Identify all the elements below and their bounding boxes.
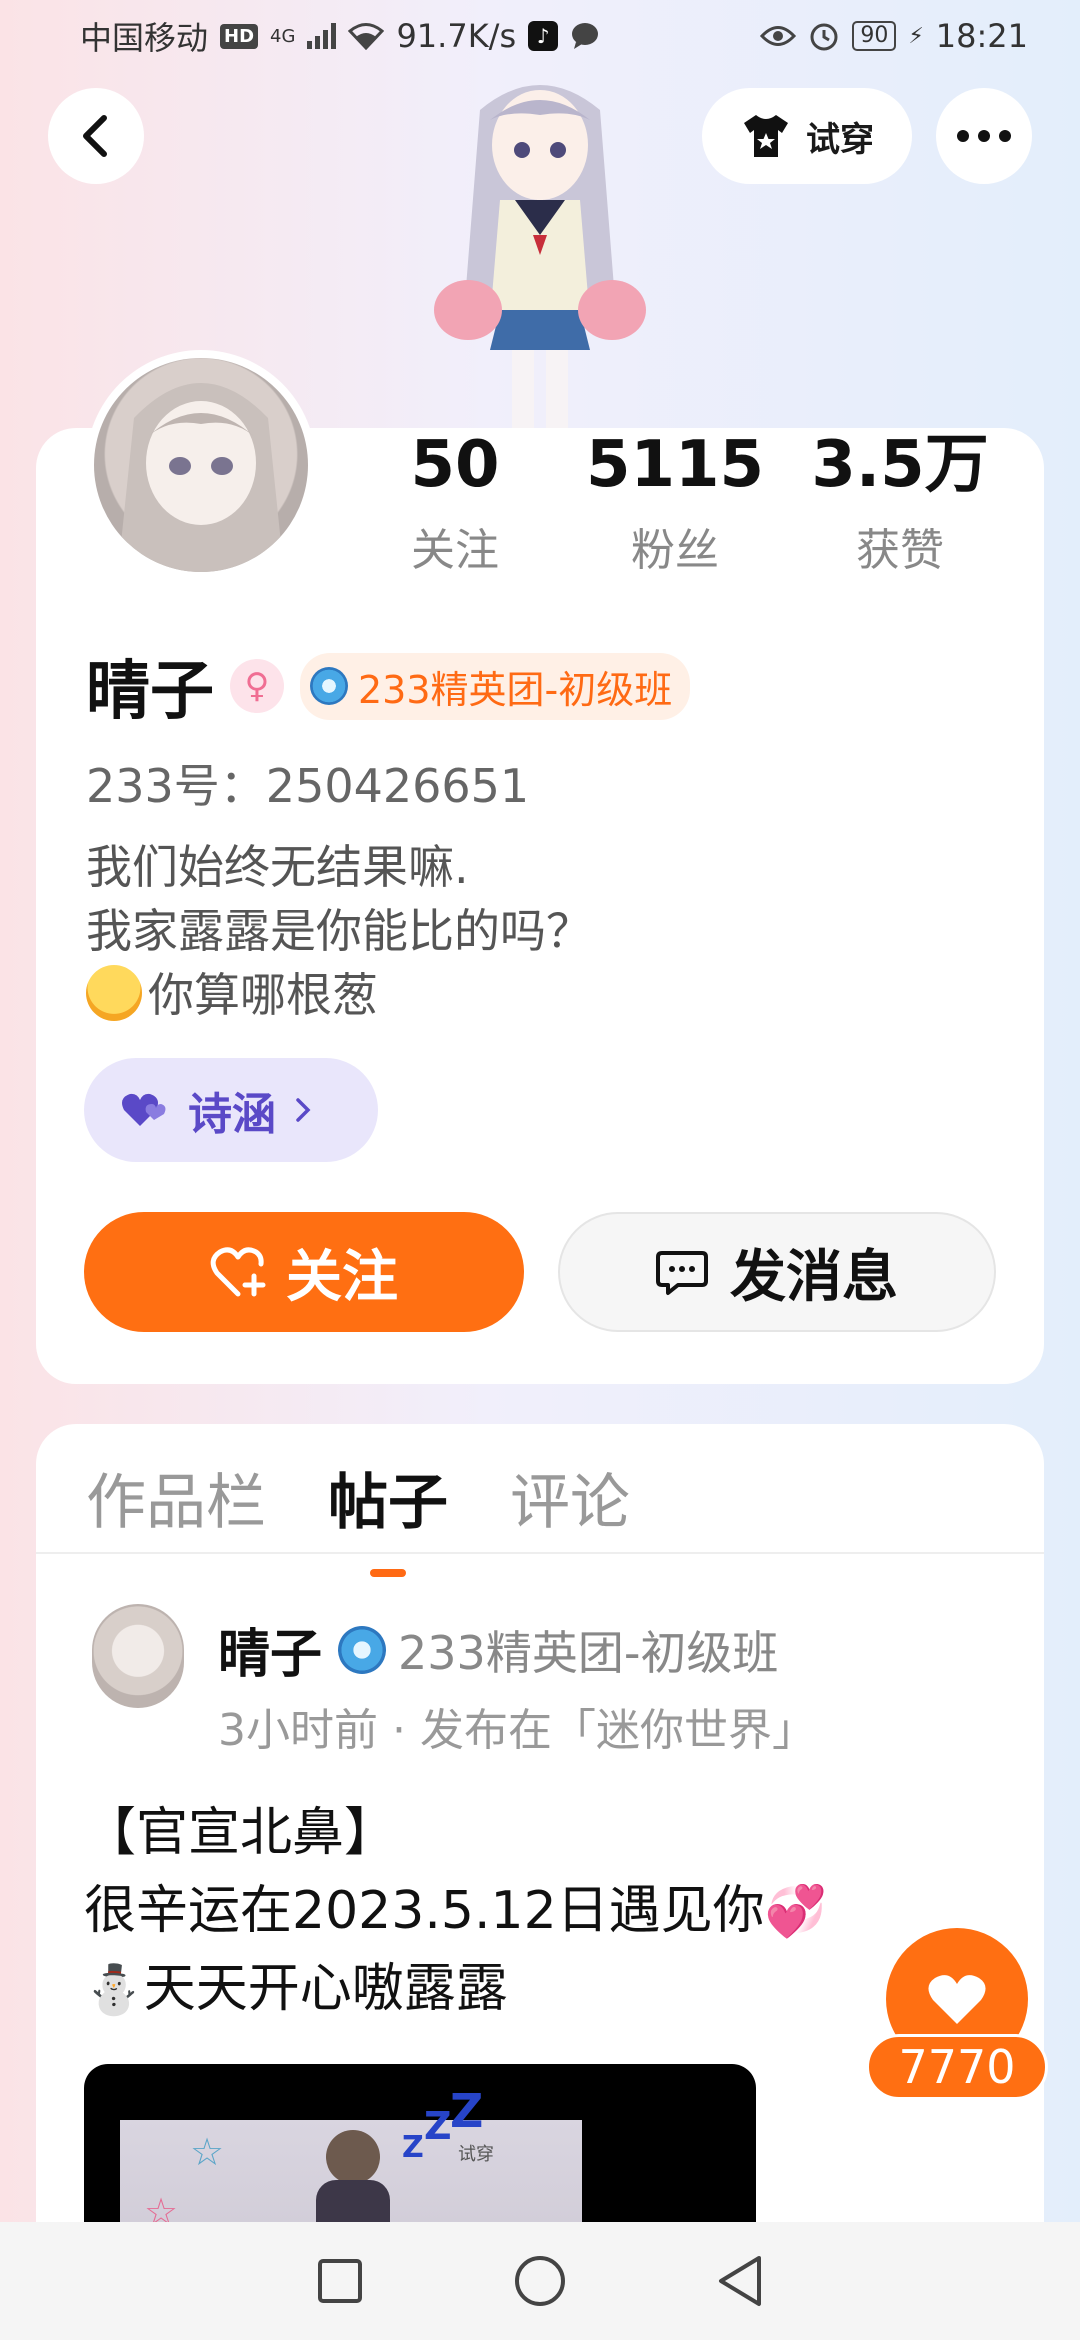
system-back-button[interactable]: [710, 2251, 770, 2311]
posts-section: 作品栏 帖子 评论 晴子 233精英团-初级班 3小时前 · 发布在「迷你世界」…: [36, 1424, 1044, 2340]
group-badge[interactable]: 233精英团-初级班: [300, 652, 691, 720]
circle-icon: [515, 2256, 565, 2306]
signal-icon: [307, 23, 337, 49]
message-label: 发消息: [730, 1244, 898, 1310]
system-nav-bar: [0, 2222, 1080, 2340]
wifi-icon: [348, 23, 385, 50]
network-type: 4G: [270, 25, 296, 47]
avatar-figure: [400, 70, 680, 430]
post-author-avatar[interactable]: [92, 1604, 184, 1708]
profile-avatar[interactable]: [86, 350, 316, 580]
double-heart-icon: [122, 1093, 166, 1126]
stat-likes[interactable]: 3.5万 获赞: [800, 430, 1000, 578]
likes-count: 3.5万: [811, 428, 989, 502]
chevron-left-icon: [83, 115, 107, 157]
followers-label: 粉丝: [631, 525, 719, 577]
like-count: 7770: [866, 2034, 1048, 2100]
sleep-z-icon: Z: [424, 2104, 452, 2148]
sleep-z-icon: Z: [450, 2084, 484, 2138]
tiktok-icon: ♪: [528, 21, 559, 51]
avatar-image: [94, 358, 308, 572]
battery-level: 90: [852, 21, 897, 51]
post-line: 很辛运在2023.5.12日遇见你: [84, 1881, 765, 1941]
bio-line: 我们始终无结果嘛.: [86, 840, 469, 894]
bio-line: 我家露露是你能比的吗？: [86, 904, 592, 958]
following-label: 关注: [411, 525, 499, 577]
follow-button[interactable]: 关注: [84, 1212, 524, 1332]
post-line-3: ⛄天天开心嗷露露: [84, 1950, 827, 2029]
back-button[interactable]: [48, 88, 144, 184]
tab-indicator: [370, 1569, 406, 1577]
post-author-badge: 233精英团-初级班: [338, 1617, 778, 1683]
gem-icon: [338, 1625, 387, 1674]
stat-following[interactable]: 50 关注: [360, 430, 550, 578]
post-badge-label: 233精英团-初级班: [398, 1625, 779, 1680]
likes-label: 获赞: [856, 525, 944, 577]
fan-group-chip[interactable]: 诗涵: [84, 1058, 378, 1162]
home-button[interactable]: [510, 2251, 570, 2311]
gem-icon: [310, 667, 348, 705]
chevron-right-icon: [296, 1098, 311, 1122]
shirt-icon: [744, 115, 788, 157]
star-icon: ☆: [190, 2130, 225, 2174]
triangle-back-icon: [719, 2256, 761, 2306]
tab-posts-label: 帖子: [328, 1468, 448, 1538]
group-badge-label: 233精英团-初级班: [358, 667, 673, 712]
chat-icon: [656, 1251, 708, 1295]
profile-bio: 我们始终无结果嘛. 我家露露是你能比的吗？ 你算哪根葱: [86, 835, 592, 1027]
recents-button[interactable]: [310, 2251, 370, 2311]
heart-icon: [928, 1975, 986, 2024]
name-row: 晴子 ♀ 233精英团-初级班: [86, 640, 691, 732]
post-author-name[interactable]: 晴子: [218, 1612, 322, 1687]
tab-works[interactable]: 作品栏: [86, 1454, 266, 1541]
fan-chip-label: 诗涵: [188, 1089, 276, 1140]
sleep-z-icon: Z: [402, 2130, 424, 2165]
more-options-button[interactable]: [936, 88, 1032, 184]
chat-bubble-icon: [572, 23, 599, 49]
more-dots-icon: [957, 130, 1011, 142]
media-caption: 试穿: [458, 2144, 494, 2165]
network-speed: 91.7K/s: [396, 17, 517, 55]
following-count: 50: [410, 428, 500, 502]
profile-name: 晴子: [86, 655, 214, 729]
media-person-head: [326, 2130, 380, 2184]
heart-plus-icon: [210, 1247, 266, 1297]
profile-stats: 50 关注 5115 粉丝 3.5万 获赞: [360, 430, 1010, 578]
bio-line: 你算哪根葱: [148, 968, 378, 1022]
tab-comments[interactable]: 评论: [510, 1454, 630, 1541]
tab-posts[interactable]: 帖子: [328, 1454, 448, 1577]
followers-count: 5115: [585, 428, 765, 502]
charging-icon: ⚡: [908, 23, 924, 49]
eye-icon: [760, 26, 797, 46]
hd-icon: HD: [220, 23, 259, 49]
post-header: 晴子 233精英团-初级班: [218, 1612, 778, 1687]
post-meta: 3小时前 · 发布在「迷你世界」: [218, 1705, 816, 1756]
clock-time: 18:21: [935, 17, 1028, 55]
snowman-icon: ⛄: [84, 1962, 144, 2018]
alarm-icon: [810, 23, 838, 51]
status-bar: 中国移动 HD 4G 91.7K/s ♪ 90 ⚡ 18:21: [0, 0, 1080, 72]
revolving-hearts-icon: 💞: [764, 1882, 827, 1940]
user-id: 233号：250426651: [86, 759, 530, 813]
female-icon: ♀: [230, 659, 284, 713]
square-icon: [318, 2259, 362, 2303]
post-content[interactable]: 【官宣北鼻】 很辛运在2023.5.12日遇见你💞 ⛄天天开心嗷露露: [84, 1794, 827, 2029]
follow-label: 关注: [286, 1244, 398, 1310]
stat-followers[interactable]: 5115 粉丝: [550, 430, 800, 578]
post-line: 【官宣北鼻】: [84, 1803, 397, 1863]
avatar-figure-image: [434, 85, 646, 430]
carrier-name: 中国移动: [80, 19, 209, 57]
post-line-2: 很辛运在2023.5.12日遇见你💞: [84, 1872, 827, 1950]
post-line: 天天开心嗷露露: [143, 1959, 508, 2019]
tabs-divider: [36, 1552, 1044, 1554]
laughing-emoji-icon: [86, 965, 142, 1021]
send-message-button[interactable]: 发消息: [558, 1212, 996, 1332]
try-on-button[interactable]: 试穿: [702, 88, 912, 184]
try-on-label: 试穿: [806, 119, 874, 160]
bio-line-3: 你算哪根葱: [86, 963, 592, 1027]
profile-tabs: 作品栏 帖子 评论: [86, 1454, 630, 1577]
